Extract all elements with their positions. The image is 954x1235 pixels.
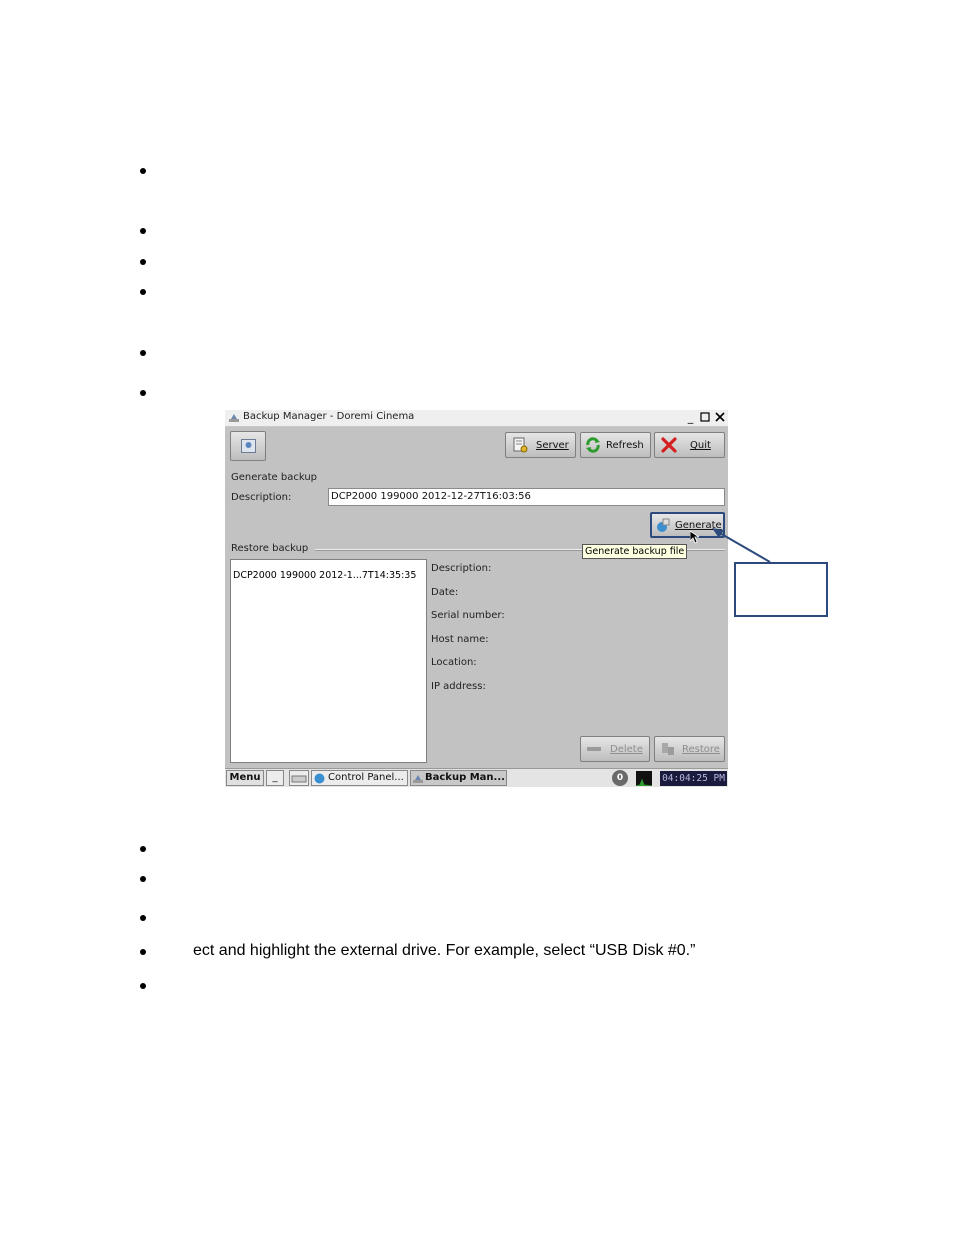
bullet-7 bbox=[140, 846, 146, 852]
cpu-graph-icon bbox=[635, 778, 653, 787]
mouse-cursor-icon bbox=[690, 531, 699, 544]
close-icon[interactable] bbox=[714, 412, 725, 423]
backup-manager-label: Backup Man... bbox=[425, 772, 505, 783]
maximize-icon[interactable] bbox=[699, 412, 710, 423]
callout-box bbox=[734, 562, 828, 617]
instruction-text: ect and highlight the external drive. Fo… bbox=[193, 942, 696, 959]
refresh-label: Refresh bbox=[606, 440, 644, 451]
notification-count: 0 bbox=[616, 773, 624, 783]
list-item[interactable]: DCP2000 199000 2012-1...7T14:35:35 bbox=[233, 570, 416, 581]
field-serial-number: Serial number: bbox=[431, 610, 505, 621]
taskbar-control-panel[interactable]: Control Panel... bbox=[311, 770, 408, 786]
quit-icon bbox=[661, 437, 677, 453]
generate-button[interactable]: Generate bbox=[650, 512, 725, 538]
taskbar: Menu _ Control Panel... Backup Man... 0 bbox=[225, 768, 728, 787]
field-date: Date: bbox=[431, 587, 459, 598]
server-icon bbox=[513, 437, 528, 453]
bullet-2 bbox=[140, 228, 146, 234]
backup-list[interactable]: DCP2000 199000 2012-1...7T14:35:35 bbox=[230, 559, 427, 763]
generate-label: Generate bbox=[675, 520, 722, 531]
window-title: Backup Manager - Doremi Cinema bbox=[243, 411, 415, 422]
control-panel-label: Control Panel... bbox=[328, 772, 404, 783]
bullet-4 bbox=[140, 289, 146, 295]
bullet-11 bbox=[140, 983, 146, 989]
cpu-monitor bbox=[635, 771, 653, 787]
restore-label: Restore bbox=[682, 744, 720, 755]
field-description: Description: bbox=[431, 563, 492, 574]
bullet-10 bbox=[140, 949, 146, 955]
field-location: Location: bbox=[431, 657, 477, 668]
notification-badge[interactable]: 0 bbox=[612, 770, 628, 786]
restore-icon bbox=[662, 743, 674, 755]
bullet-6 bbox=[140, 390, 146, 396]
app-menu-button[interactable] bbox=[230, 431, 266, 461]
keyboard-icon bbox=[291, 775, 307, 783]
menu-button[interactable]: Menu bbox=[226, 770, 264, 786]
description-label: Description: bbox=[231, 492, 292, 503]
bullet-8 bbox=[140, 876, 146, 882]
bullet-9 bbox=[140, 915, 146, 921]
generate-tooltip: Generate backup file bbox=[582, 544, 688, 559]
generate-icon bbox=[657, 518, 670, 532]
description-input[interactable]: DCP2000 199000 2012-12-27T16:03:56 bbox=[328, 488, 725, 506]
taskbar-backup-manager[interactable]: Backup Man... bbox=[410, 770, 507, 786]
refresh-icon bbox=[586, 437, 600, 453]
keyboard-button[interactable] bbox=[289, 770, 309, 786]
clock: 04:04:25 PM bbox=[660, 771, 727, 786]
delete-button[interactable]: Delete bbox=[580, 736, 650, 762]
disk-icon bbox=[241, 439, 256, 453]
menu-label: Menu bbox=[229, 772, 261, 783]
minimize-icon[interactable]: _ bbox=[685, 412, 696, 423]
restore-button[interactable]: Restore bbox=[654, 736, 725, 762]
field-host-name: Host name: bbox=[431, 634, 489, 645]
bullet-3 bbox=[140, 259, 146, 265]
refresh-button[interactable]: Refresh bbox=[580, 432, 651, 458]
show-desktop-button[interactable]: _ bbox=[266, 770, 284, 786]
title-bar: Backup Manager - Doremi Cinema _ bbox=[225, 410, 728, 427]
restore-backup-heading: Restore backup bbox=[231, 543, 309, 554]
bullet-1 bbox=[140, 168, 146, 174]
server-label: Server bbox=[536, 440, 569, 451]
desktop-label: _ bbox=[272, 772, 278, 783]
backup-manager-icon bbox=[413, 775, 423, 783]
delete-icon bbox=[587, 747, 601, 751]
field-ip-address: IP address: bbox=[431, 681, 486, 692]
bullet-5 bbox=[140, 350, 146, 356]
quit-label: Quit bbox=[690, 440, 711, 451]
generate-backup-heading: Generate backup bbox=[231, 472, 318, 483]
backup-manager-window: Backup Manager - Doremi Cinema _ Server bbox=[225, 410, 728, 787]
quit-button[interactable]: Quit bbox=[654, 432, 725, 458]
app-icon bbox=[229, 414, 239, 422]
control-panel-icon bbox=[314, 773, 325, 784]
delete-label: Delete bbox=[610, 744, 643, 755]
server-button[interactable]: Server bbox=[505, 432, 576, 458]
